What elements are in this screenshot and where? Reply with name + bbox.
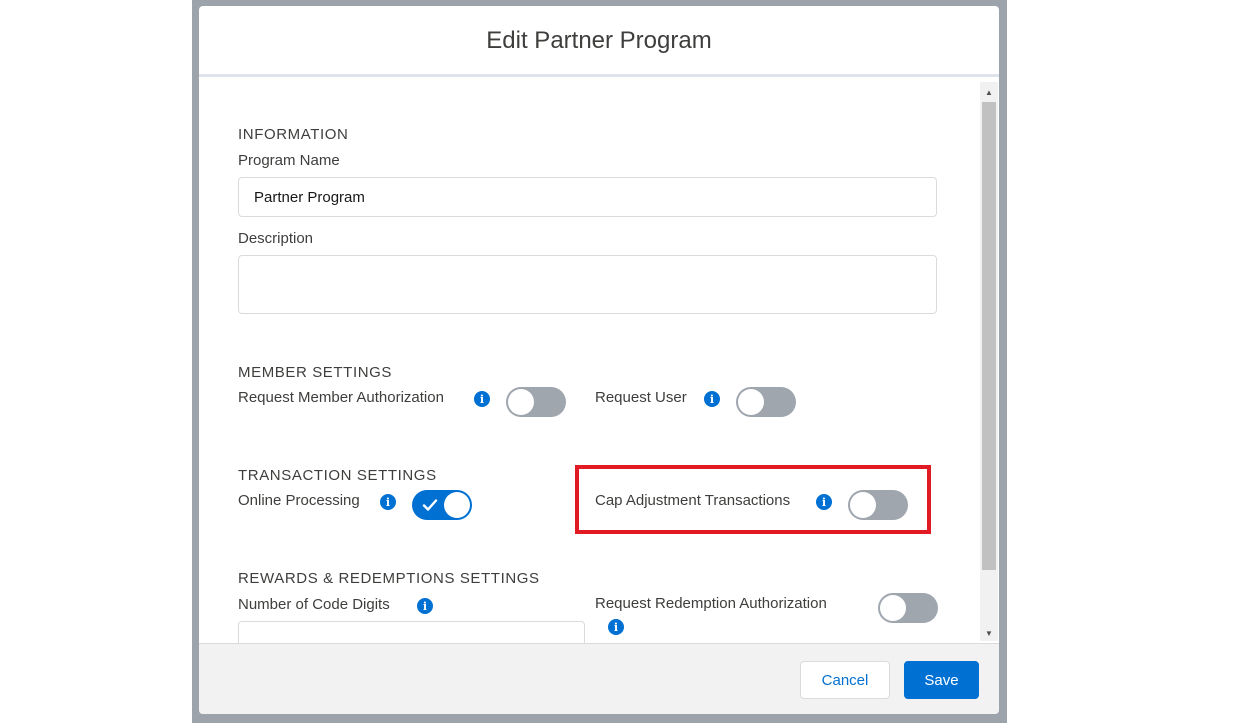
info-icon[interactable]: i	[704, 391, 720, 407]
check-icon	[422, 499, 438, 511]
highlight-box	[575, 465, 931, 534]
toggle-knob	[738, 389, 764, 415]
modal-body[interactable]: INFORMATION Program Name Description MEM…	[199, 80, 999, 643]
scroll-down-arrow-icon[interactable]: ▼	[980, 625, 998, 641]
information-section-title: INFORMATION	[238, 126, 349, 143]
scroll-up-arrow-icon[interactable]: ▲	[980, 84, 998, 100]
number-of-code-digits-label: Number of Code Digits	[238, 596, 390, 613]
modal-footer: Cancel Save	[199, 643, 999, 714]
modal-header: Edit Partner Program	[199, 6, 999, 77]
info-icon[interactable]: i	[380, 494, 396, 510]
member-settings-section-title: MEMBER SETTINGS	[238, 364, 393, 381]
request-user-label: Request User	[595, 389, 687, 406]
description-textarea[interactable]	[238, 255, 937, 314]
request-redemption-authorization-toggle[interactable]	[878, 593, 938, 623]
program-name-input[interactable]	[238, 177, 937, 217]
toggle-knob	[444, 492, 470, 518]
request-member-authorization-toggle[interactable]	[506, 387, 566, 417]
toggle-knob	[508, 389, 534, 415]
info-icon[interactable]: i	[474, 391, 490, 407]
online-processing-label: Online Processing	[238, 492, 360, 509]
vertical-scrollbar[interactable]: ▲ ▼	[980, 82, 998, 641]
number-of-code-digits-input[interactable]	[238, 621, 585, 643]
request-member-authorization-label: Request Member Authorization	[238, 389, 444, 406]
save-button[interactable]: Save	[904, 661, 979, 699]
toggle-knob	[880, 595, 906, 621]
info-icon[interactable]: i	[608, 619, 624, 635]
description-label: Description	[238, 230, 314, 247]
online-processing-toggle[interactable]	[412, 490, 472, 520]
scroll-thumb[interactable]	[982, 102, 996, 570]
program-name-label: Program Name	[238, 152, 340, 169]
request-redemption-authorization-label: Request Redemption Authorization	[595, 595, 827, 612]
transaction-settings-section-title: TRANSACTION SETTINGS	[238, 467, 437, 484]
rewards-redemptions-section-title: REWARDS & REDEMPTIONS SETTINGS	[238, 570, 540, 587]
modal-title: Edit Partner Program	[486, 27, 712, 54]
edit-partner-program-modal: Edit Partner Program INFORMATION Program…	[199, 6, 999, 714]
info-icon[interactable]: i	[417, 598, 433, 614]
cancel-button[interactable]: Cancel	[800, 661, 890, 699]
request-user-toggle[interactable]	[736, 387, 796, 417]
